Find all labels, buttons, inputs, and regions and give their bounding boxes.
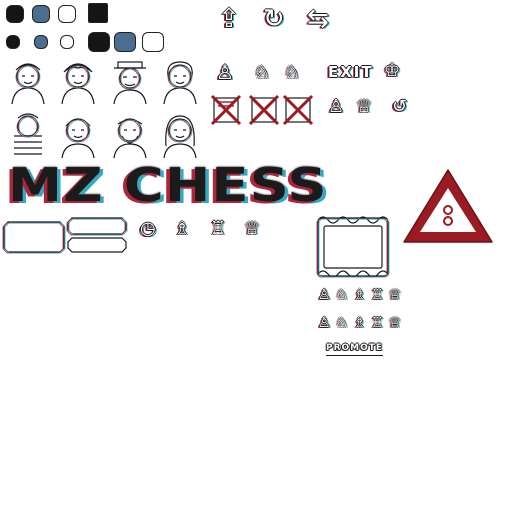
button-frame-large <box>3 221 65 253</box>
knight-icon[interactable]: ♘ <box>336 287 349 303</box>
portrait-4 <box>163 61 197 105</box>
bishop-icon[interactable]: ♗ <box>353 287 366 303</box>
blue-swatch-small[interactable] <box>34 35 48 49</box>
swap-icon[interactable]: ⇆ <box>307 6 329 32</box>
promo-row-1: ♙ ♘ ♗ ♖ ♕ <box>318 284 401 303</box>
queen-icon[interactable]: ♕ <box>389 315 402 331</box>
dark-swatch[interactable] <box>6 5 24 23</box>
game-title: MZ CHESS <box>8 158 328 212</box>
undo-icon[interactable]: ↺ <box>392 98 407 116</box>
white-swatch-small[interactable] <box>60 35 74 49</box>
portrait-2 <box>61 63 95 105</box>
bishop-icon[interactable]: ♗ <box>353 315 366 331</box>
promotion-frame <box>316 216 390 278</box>
upload-icon[interactable]: ⇪ <box>218 6 240 32</box>
exit-button[interactable]: EXIT <box>328 63 374 81</box>
portrait-8 <box>163 115 197 159</box>
portrait-5 <box>14 113 42 155</box>
white-swatch[interactable] <box>58 5 76 23</box>
portrait-1 <box>11 63 45 105</box>
crossed-square-icon <box>248 94 280 126</box>
knight-icon[interactable]: ♘ <box>336 315 349 331</box>
pawn-icon[interactable]: ♙ <box>318 287 331 303</box>
dark-square-swatch[interactable] <box>88 3 108 23</box>
crossed-square-icon <box>282 94 314 126</box>
crossed-icons <box>210 94 314 126</box>
pawn-icon[interactable]: ♙ <box>318 315 331 331</box>
crown-icon[interactable]: ♔ <box>384 62 400 80</box>
knight-icon[interactable]: ♘ <box>254 64 270 82</box>
clock-icon[interactable]: ◷ <box>140 220 156 238</box>
blue-swatch-large[interactable] <box>114 32 136 52</box>
button-frames <box>2 217 128 254</box>
dark-swatch-small[interactable] <box>6 35 20 49</box>
refresh-icon[interactable]: ↻ <box>263 6 285 32</box>
bishop-icon[interactable]: ♗ <box>174 220 190 238</box>
dark-swatch-large[interactable] <box>88 32 110 52</box>
crossed-pawn-icon <box>210 94 242 126</box>
portrait-3 <box>113 61 147 105</box>
blue-swatch[interactable] <box>32 5 50 23</box>
white-swatch-large[interactable] <box>142 32 164 52</box>
portrait-7 <box>113 118 147 159</box>
button-frame-small-2 <box>67 237 127 253</box>
warning-icon <box>403 169 493 243</box>
promo-row-2: ♙ ♘ ♗ ♖ ♕ <box>318 312 401 331</box>
portrait-grid <box>11 61 197 159</box>
rook-icon[interactable]: ♖ <box>210 220 226 238</box>
pawn-icon[interactable]: ♙ <box>328 98 344 116</box>
rook-icon[interactable]: ♖ <box>371 287 384 303</box>
crown-icon[interactable]: ♕ <box>356 98 372 116</box>
queen-icon[interactable]: ♕ <box>244 220 260 238</box>
promote-button[interactable]: PROMOTE <box>326 343 384 356</box>
button-frame-small <box>67 217 127 235</box>
pawn-icon[interactable]: ♙ <box>216 62 234 82</box>
knight-icon[interactable]: ♘ <box>284 64 300 82</box>
rook-icon[interactable]: ♖ <box>371 315 384 331</box>
portrait-6 <box>61 118 95 159</box>
queen-icon[interactable]: ♕ <box>389 287 402 303</box>
